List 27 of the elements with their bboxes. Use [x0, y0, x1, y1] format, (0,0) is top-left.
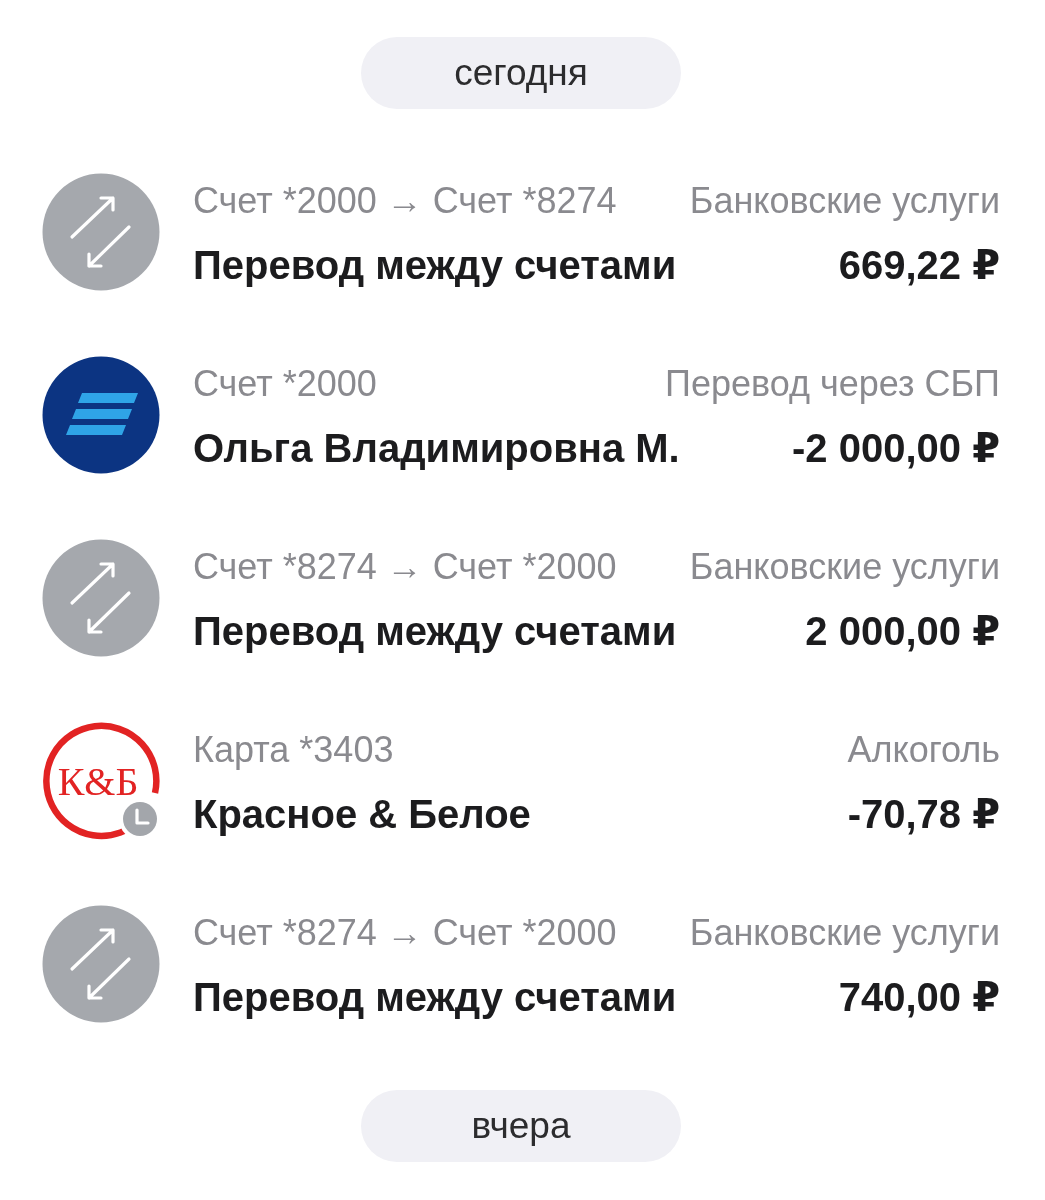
category-label: Банковские услуги	[689, 179, 1000, 223]
account-route: Счет *2000	[193, 362, 377, 406]
transaction-amount: 669,22 ₽	[838, 242, 1000, 289]
transaction-amount: 2 000,00 ₽	[805, 608, 1000, 655]
transaction-amount: -70,78 ₽	[847, 791, 1000, 838]
transaction-title: Ольга Владимировна М.	[193, 425, 680, 472]
category-label: Банковские услуги	[689, 545, 1000, 589]
transfer-arrows-icon	[42, 539, 160, 657]
date-header: сегодня	[361, 37, 681, 109]
account-route: Счет *8274 → Счет *2000	[193, 911, 617, 955]
transaction-amount: -2 000,00 ₽	[792, 425, 1000, 472]
account-route: Счет *8274 → Счет *2000	[193, 545, 617, 589]
transaction-amount: 740,00 ₽	[838, 974, 1000, 1021]
account-route: Счет *2000 → Счет *8274	[193, 179, 617, 223]
category-label: Алкоголь	[847, 728, 1000, 772]
transaction-title: Красное & Белое	[193, 791, 531, 838]
striped-logo-icon	[42, 356, 160, 474]
account-route: Карта *3403	[193, 728, 394, 772]
date-header: вчера	[361, 1090, 681, 1162]
transaction-title: Перевод между счетами	[193, 608, 677, 655]
transfer-arrows-icon	[42, 905, 160, 1023]
category-label: Перевод через СБП	[665, 362, 1000, 406]
category-label: Банковские услуги	[689, 911, 1000, 955]
transfer-arrows-icon	[42, 173, 160, 291]
transaction-title: Перевод между счетами	[193, 974, 677, 1021]
transaction-title: Перевод между счетами	[193, 242, 677, 289]
store-logo: К&Б	[42, 722, 160, 840]
